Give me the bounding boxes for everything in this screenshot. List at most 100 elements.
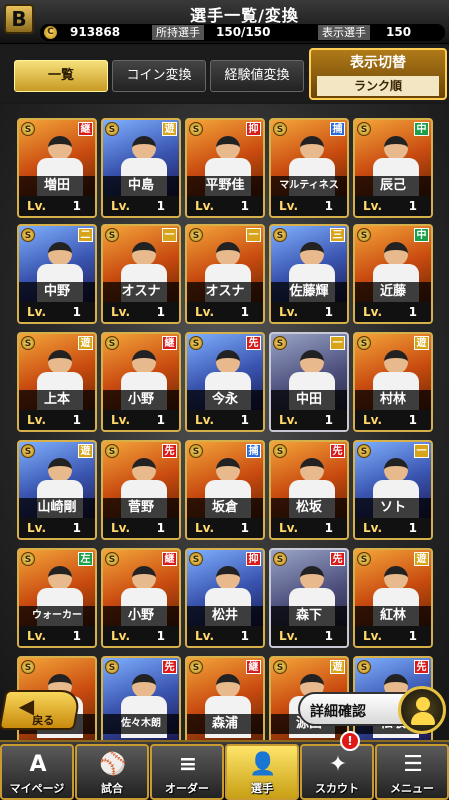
player-card[interactable]: S 捕坂倉 Lv. 1: [185, 440, 265, 540]
coin-icon: S: [273, 660, 287, 674]
player-card[interactable]: S 継小野 Lv. 1: [101, 548, 181, 648]
coin-icon: S: [21, 122, 35, 136]
player-card[interactable]: S 先松坂 Lv. 1: [269, 440, 349, 540]
level-plate: Lv. 1: [355, 410, 431, 430]
level-plate: Lv. 1: [187, 410, 263, 430]
level-label: Lv.: [195, 305, 215, 319]
coin-icon: S: [357, 660, 371, 674]
team-logo-icon: B: [4, 4, 34, 34]
level-value: 1: [324, 199, 333, 213]
player-card[interactable]: S 遊山崎剛 Lv. 1: [17, 440, 97, 540]
level-plate: Lv. 1: [19, 410, 95, 430]
coin-icon: S: [21, 336, 35, 350]
player-name: 松井: [187, 606, 263, 626]
nav-item-scout[interactable]: ✦ スカウト: [300, 744, 374, 800]
coin-icon: S: [273, 122, 287, 136]
nav-item-menu[interactable]: ☰ メニュー: [375, 744, 449, 800]
back-button-label: 戻る: [32, 714, 55, 727]
level-plate: Lv. 1: [187, 518, 263, 538]
player-card[interactable]: S 中辰己 Lv. 1: [353, 118, 433, 218]
player-name: 佐々木朗: [103, 714, 179, 734]
player-name: 森浦: [187, 714, 263, 734]
level-plate: Lv. 1: [103, 196, 179, 216]
level-label: Lv.: [195, 629, 215, 643]
player-card[interactable]: S 一オスナ Lv. 1: [101, 224, 181, 324]
player-card[interactable]: S 先今永 Lv. 1: [185, 332, 265, 432]
player-name: 平野佳: [187, 176, 263, 196]
player-card[interactable]: S 中近藤 Lv. 1: [353, 224, 433, 324]
position-badge: 捕: [330, 122, 345, 136]
player-card[interactable]: S 先森下 Lv. 1: [269, 548, 349, 648]
position-badge: 一: [414, 444, 429, 458]
nav-item-players[interactable]: 👤 選手: [225, 744, 299, 800]
position-badge: 一: [162, 228, 177, 242]
player-card[interactable]: S 継増田 Lv. 1: [17, 118, 97, 218]
coin-icon: S: [189, 336, 203, 350]
level-value: 1: [156, 629, 165, 643]
level-value: 1: [240, 413, 249, 427]
player-card[interactable]: S 遊紅林 Lv. 1: [353, 548, 433, 648]
level-label: Lv.: [279, 521, 299, 535]
coin-icon: S: [273, 552, 287, 566]
back-button[interactable]: ◀ 戻る: [0, 690, 82, 730]
player-card[interactable]: S 左ウォーカー Lv. 1: [17, 548, 97, 648]
player-card[interactable]: S 先菅野 Lv. 1: [101, 440, 181, 540]
player-name: 松坂: [271, 498, 347, 518]
level-label: Lv.: [195, 521, 215, 535]
nav-item-order[interactable]: ≡ オーダー: [150, 744, 224, 800]
level-label: Lv.: [363, 199, 383, 213]
player-card[interactable]: S 抑松井 Lv. 1: [185, 548, 265, 648]
player-card[interactable]: S 捕マルティネス Lv. 1: [269, 118, 349, 218]
level-label: Lv.: [195, 199, 215, 213]
player-name: 今永: [187, 390, 263, 410]
player-card[interactable]: S 遊中島 Lv. 1: [101, 118, 181, 218]
position-badge: 遊: [414, 552, 429, 566]
level-value: 1: [72, 629, 81, 643]
level-plate: Lv. 1: [355, 302, 431, 322]
player-card[interactable]: S 継小野 Lv. 1: [101, 332, 181, 432]
level-plate: Lv. 1: [19, 518, 95, 538]
nav-item-match[interactable]: ⚾ 試合: [75, 744, 149, 800]
position-badge: 捕: [246, 444, 261, 458]
nav-label: オーダー: [165, 782, 209, 795]
player-card[interactable]: S 抑平野佳 Lv. 1: [185, 118, 265, 218]
player-name: 菅野: [103, 498, 179, 518]
position-badge: 継: [162, 552, 177, 566]
player-name: 中野: [19, 282, 95, 302]
display-toggle-button[interactable]: 表示切替 ランク順: [309, 48, 447, 100]
player-card[interactable]: S 継森浦: [185, 656, 265, 744]
player-name: 小野: [103, 390, 179, 410]
level-plate: Lv. 1: [19, 626, 95, 646]
player-card[interactable]: S 三佐藤輝 Lv. 1: [269, 224, 349, 324]
level-plate: Lv. 1: [187, 626, 263, 646]
player-card[interactable]: S 一オスナ Lv. 1: [185, 224, 265, 324]
coin-icon: S: [105, 660, 119, 674]
coin-icon: S: [105, 228, 119, 242]
tab-coin-convert[interactable]: コイン変換: [112, 60, 206, 92]
player-card-grid: S 継増田 Lv. 1 S 遊中島 Lv. 1 S 抑平野佳 Lv. 1 S 捕マルティネス Lv. 1 S 中辰…: [0, 104, 449, 744]
player-card[interactable]: S 二中野 Lv. 1: [17, 224, 97, 324]
nav-item-mypage[interactable]: A マイページ: [0, 744, 74, 800]
player-card[interactable]: S 遊村林 Lv. 1: [353, 332, 433, 432]
position-badge: 先: [330, 444, 345, 458]
coin-icon: S: [189, 122, 203, 136]
level-label: Lv.: [363, 413, 383, 427]
level-plate: Lv. 1: [103, 626, 179, 646]
tab-exp-convert[interactable]: 経験値変換: [210, 60, 304, 92]
coin-icon: C: [44, 26, 57, 39]
player-card[interactable]: S 一中田 Lv. 1: [269, 332, 349, 432]
tab-list[interactable]: 一覧: [14, 60, 108, 92]
position-badge: 抑: [246, 122, 261, 136]
player-card[interactable]: S 一ソト Lv. 1: [353, 440, 433, 540]
owned-players-value: 150/150: [216, 25, 271, 39]
level-label: Lv.: [111, 305, 131, 319]
position-badge: 二: [78, 228, 93, 242]
coin-icon: S: [357, 444, 371, 458]
player-card[interactable]: S 遊上本 Lv. 1: [17, 332, 97, 432]
player-card[interactable]: S 先佐々木朗: [101, 656, 181, 744]
player-name: 増田: [19, 176, 95, 196]
position-badge: 継: [246, 660, 261, 674]
position-badge: 遊: [330, 660, 345, 674]
detail-confirm-button[interactable]: 詳細確認: [298, 686, 446, 734]
level-plate: Lv. 1: [103, 518, 179, 538]
